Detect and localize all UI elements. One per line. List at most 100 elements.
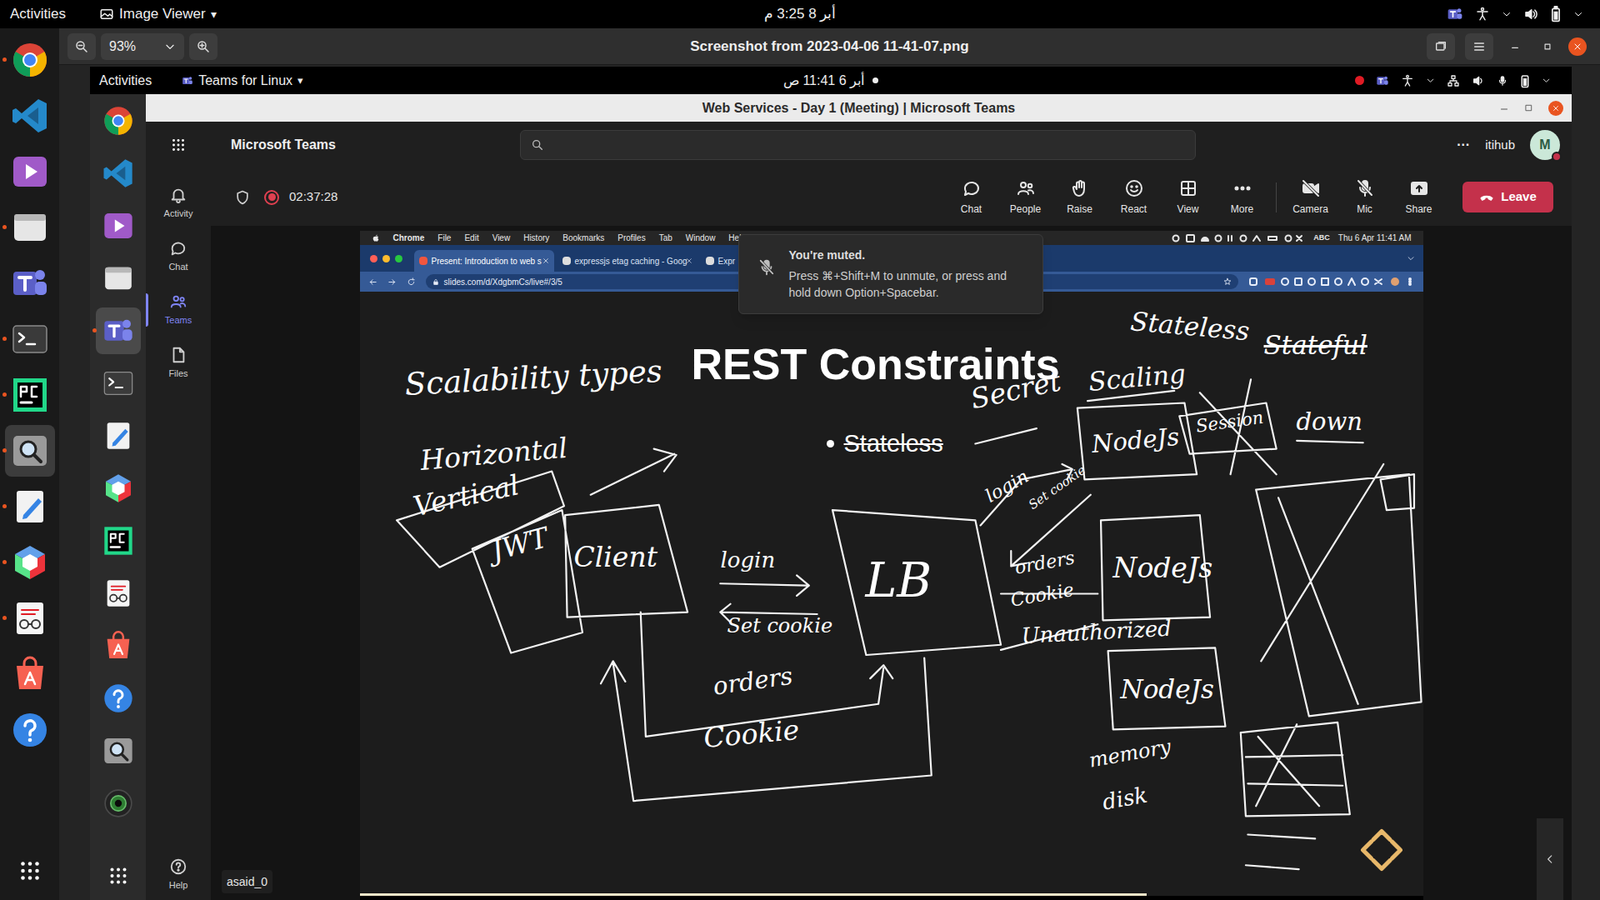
settings-more-button[interactable]: ··· <box>1456 135 1470 155</box>
input-source[interactable]: ABC <box>1313 232 1330 245</box>
dock-item[interactable] <box>90 514 146 567</box>
forward-icon[interactable] <box>387 277 397 287</box>
editor-icon <box>101 419 135 453</box>
rail-item[interactable]: Files <box>145 336 211 390</box>
star-icon[interactable] <box>1223 277 1232 286</box>
dock-item[interactable] <box>90 199 146 252</box>
app-grid-icon[interactable] <box>15 856 45 885</box>
mac-clock[interactable]: Thu 6 Apr 11:41 AM <box>1338 231 1412 245</box>
back-icon[interactable] <box>368 277 378 287</box>
mac-menu-item[interactable]: Edit <box>464 231 479 245</box>
dock-item[interactable] <box>90 251 146 305</box>
avatar[interactable]: M <box>1530 130 1560 160</box>
dock-item[interactable] <box>90 724 146 777</box>
shared-screen: Chrome File Edit View History Bookmarks Profil… <box>360 230 1424 900</box>
mac-menu-item[interactable]: View <box>492 231 511 245</box>
toolbar-button[interactable]: Raise <box>1052 178 1107 217</box>
system-tray[interactable] <box>1355 73 1563 89</box>
system-tray[interactable] <box>1446 5 1590 23</box>
extension-icons[interactable] <box>1248 276 1415 287</box>
toolbar-button[interactable]: Share <box>1391 178 1446 217</box>
menu-button[interactable] <box>1465 33 1494 60</box>
dock-item[interactable] <box>0 701 60 758</box>
dock-item[interactable] <box>90 409 146 462</box>
mac-menu-item[interactable]: File <box>437 231 451 245</box>
toolbar-button[interactable]: More <box>1215 178 1270 217</box>
dock-item[interactable] <box>90 94 146 147</box>
dock-item[interactable] <box>90 671 146 725</box>
dock-item[interactable] <box>0 645 60 702</box>
minimize-light[interactable] <box>382 255 390 263</box>
minimize-icon[interactable] <box>1499 103 1510 114</box>
mac-menu-item[interactable]: History <box>523 231 550 245</box>
dock-item[interactable] <box>90 461 146 515</box>
app-grid-icon[interactable] <box>105 863 131 889</box>
rail-item[interactable]: Teams <box>145 283 211 337</box>
activities-button[interactable]: Activities <box>10 3 66 25</box>
close-light[interactable] <box>370 255 378 263</box>
dock-item[interactable] <box>0 534 60 590</box>
close-button[interactable] <box>1568 37 1587 56</box>
toolbar-button[interactable]: View <box>1160 178 1215 217</box>
mac-menu-item[interactable]: Window <box>685 231 716 245</box>
app-menu[interactable]: Teams for Linux▾ <box>181 70 304 91</box>
org-name[interactable]: itihub <box>1485 135 1515 155</box>
mic-icon <box>1496 74 1509 88</box>
rail-item[interactable]: Activity <box>145 176 211 230</box>
clock[interactable]: أبر 6 11:41 ص <box>783 70 865 91</box>
dock-item[interactable] <box>0 422 60 479</box>
panel-toggle[interactable] <box>1536 818 1564 900</box>
dock-item[interactable] <box>0 366 60 423</box>
tab-search-icon[interactable] <box>1406 254 1415 263</box>
mac-menu-item[interactable]: Bookmarks <box>562 231 605 245</box>
browser-tab[interactable]: Expr <box>700 250 738 272</box>
minimize-icon[interactable] <box>1508 40 1522 54</box>
dock-item[interactable] <box>0 143 60 200</box>
reload-icon[interactable] <box>406 277 416 287</box>
dock-item[interactable] <box>0 310 60 367</box>
browser-tab[interactable]: expressjs etag caching - Goog <box>557 250 698 272</box>
mac-menu-item[interactable]: Profiles <box>617 231 645 245</box>
slide-nav-icon[interactable] <box>1356 825 1407 875</box>
dock-item[interactable] <box>90 776 146 830</box>
close-button[interactable] <box>1548 100 1564 116</box>
fullscreen-button[interactable] <box>1426 33 1455 60</box>
dock-item[interactable] <box>0 31 60 88</box>
search-box[interactable] <box>520 130 1196 160</box>
maximize-icon[interactable] <box>1524 103 1534 113</box>
search-input[interactable] <box>550 135 1185 155</box>
dock-item[interactable] <box>90 619 146 672</box>
dock-item[interactable] <box>0 255 60 311</box>
mac-menu-item[interactable]: Chrome <box>393 231 425 245</box>
activities-button[interactable]: Activities <box>99 70 152 91</box>
toolbar-button[interactable]: Mic <box>1337 178 1392 217</box>
app-menu[interactable]: Image Viewer▾ <box>99 3 217 25</box>
dock-item[interactable] <box>90 566 146 620</box>
zoom-out-button[interactable] <box>67 33 96 60</box>
maximize-icon[interactable] <box>1541 40 1554 53</box>
favicon-icon <box>419 256 428 265</box>
help-button[interactable]: Help <box>169 857 189 893</box>
dock-item[interactable] <box>0 87 60 144</box>
zoom-light[interactable] <box>395 255 403 263</box>
toolbar-button[interactable]: Camera <box>1283 178 1338 217</box>
dock-item[interactable] <box>0 590 60 646</box>
toolbar-button[interactable]: React <box>1106 178 1161 217</box>
dock-item[interactable] <box>0 199 60 255</box>
zoom-field[interactable]: 93% <box>100 33 185 60</box>
browser-tab[interactable]: Present: Introduction to web s <box>414 250 555 272</box>
toolbar-button[interactable]: Chat <box>944 178 999 217</box>
mac-menu-item[interactable]: Tab <box>659 231 673 245</box>
dock-item[interactable] <box>90 146 146 200</box>
clock[interactable]: أبر 8 3:25 م <box>764 3 837 25</box>
dock-item[interactable] <box>90 356 146 410</box>
tab-close-icon[interactable] <box>542 257 550 265</box>
app-launcher-icon[interactable] <box>169 135 188 155</box>
dock-item[interactable] <box>90 304 146 357</box>
dock-item[interactable] <box>0 478 60 535</box>
leave-button[interactable]: Leave <box>1462 181 1554 213</box>
toolbar-button[interactable]: People <box>998 178 1053 217</box>
zoom-in-button[interactable] <box>189 33 218 60</box>
rail-item[interactable]: Chat <box>145 230 211 284</box>
tab-close-icon[interactable] <box>685 257 693 265</box>
